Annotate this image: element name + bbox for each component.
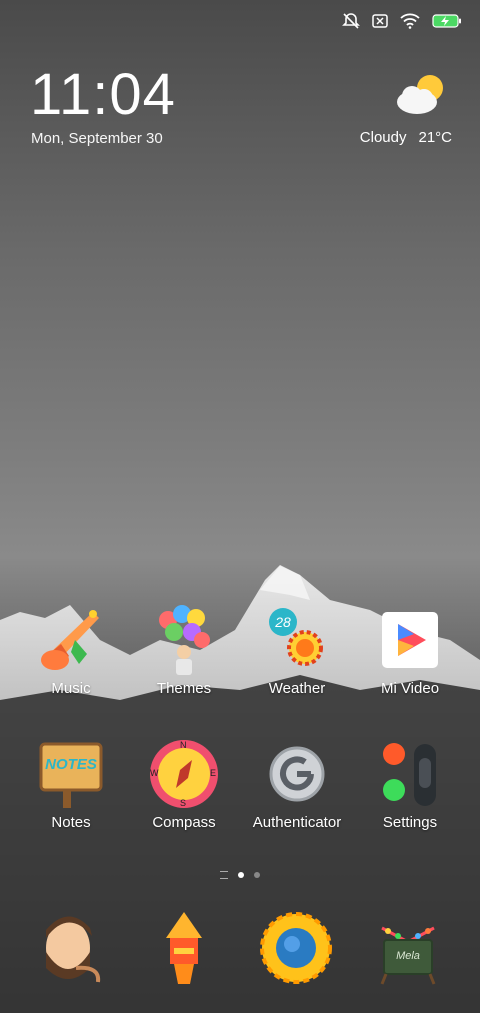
clock-date: Mon, September 30 [31,130,163,147]
dock-app-contacts[interactable] [32,908,112,988]
partly-cloudy-icon [397,75,443,114]
weather-info: Cloudy 21°C [360,129,452,146]
dock-app-mela[interactable]: Mela [368,908,448,988]
dock-app-sunflower[interactable] [256,908,336,988]
page-dot-active[interactable] [238,872,244,878]
compass-north: N [180,740,187,750]
no-sim-icon [372,14,388,28]
weather-badge-number: 28 [275,614,291,630]
mela-board-text: Mela [396,950,420,962]
app-settings[interactable]: Settings [354,738,466,831]
app-weather[interactable]: 28 Weather [241,604,353,697]
menu-lines-icon[interactable] [220,871,228,879]
trumpet-icon [35,604,107,676]
bearded-man-icon [46,916,101,983]
mela-board-icon [380,926,436,985]
app-label: Mi Video [380,680,440,697]
app-compass[interactable]: N E S W Compass [128,738,240,831]
app-mi-video[interactable]: Mi Video [354,604,466,697]
clock-time: 11:04 [30,62,176,127]
page-dot[interactable] [254,872,260,878]
wifi-icon [400,13,420,29]
lantern-icon [166,912,202,984]
app-label: Weather [268,680,326,697]
authenticator-icon [261,738,333,810]
weather-temperature: 21°C [418,129,452,146]
app-label: Themes [156,680,212,697]
page-indicator [0,871,480,879]
app-label: Music [51,680,91,697]
app-authenticator[interactable]: Authenticator [241,738,353,831]
sun-badge-icon: 28 [261,604,333,676]
app-label: Settings [382,814,438,831]
sunflower-icon [260,912,332,984]
toggle-switch-icon [374,738,446,810]
weather-widget[interactable]: Cloudy 21°C [332,72,452,152]
notes-sign-text: NOTES [45,756,97,773]
compass-east: E [210,768,217,778]
app-label: Compass [152,814,216,831]
dock-app-lantern[interactable] [144,908,224,988]
compass-icon: N E S W [148,738,220,810]
compass-west: W [150,768,159,778]
compass-south: S [180,798,187,808]
balloons-icon [148,604,220,676]
app-label: Notes [51,814,91,831]
notes-sign-icon: NOTES [35,738,107,810]
app-themes[interactable]: Themes [128,604,240,697]
status-bar [342,8,462,34]
weather-condition: Cloudy [359,129,407,146]
app-notes[interactable]: NOTES Notes [15,738,127,831]
play-icon [374,604,446,676]
app-label: Authenticator [252,814,342,831]
battery-charging-icon [432,14,462,28]
notifications-off-icon [342,12,360,30]
app-music[interactable]: Music [15,604,127,697]
